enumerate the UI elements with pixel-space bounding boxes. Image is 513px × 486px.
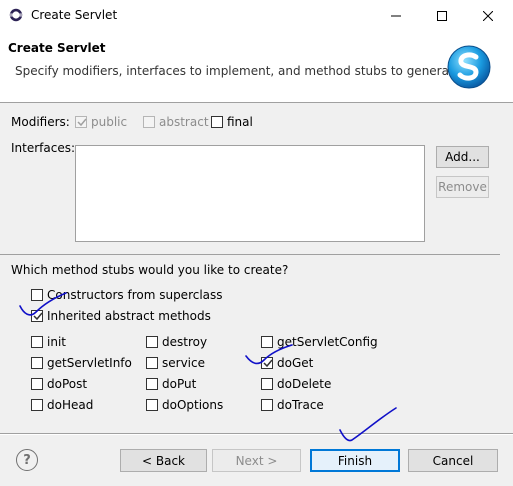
- dopost-checkbox-label: doPost: [47, 377, 88, 391]
- inherited-abstract-checkbox[interactable]: [31, 310, 43, 322]
- destroy-checkbox[interactable]: [146, 336, 158, 348]
- service-checkbox[interactable]: [146, 357, 158, 369]
- add-interface-button[interactable]: Add...: [436, 146, 489, 168]
- footer-divider-highlight: [0, 434, 513, 435]
- eclipse-app-icon: [9, 8, 23, 22]
- finish-button[interactable]: Finish: [310, 449, 400, 472]
- dooptions-checkbox[interactable]: [146, 399, 158, 411]
- final-checkbox[interactable]: [211, 116, 223, 128]
- dopost-checkbox[interactable]: [31, 378, 43, 390]
- init-checkbox[interactable]: [31, 336, 43, 348]
- cancel-button[interactable]: Cancel: [408, 449, 498, 472]
- stubs-question: Which method stubs would you like to cre…: [11, 263, 289, 277]
- abstract-checkbox-label: abstract: [159, 115, 209, 129]
- dodelete-checkbox-label: doDelete: [277, 377, 332, 391]
- getservletconfig-checkbox[interactable]: [261, 336, 273, 348]
- service-checkbox-label: service: [162, 356, 205, 370]
- inherited-abstract-checkbox-label: Inherited abstract methods: [47, 309, 211, 323]
- abstract-checkbox[interactable]: [143, 116, 155, 128]
- minimize-icon: [391, 15, 401, 17]
- dohead-checkbox-label: doHead: [47, 398, 94, 412]
- page-description: Specify modifiers, interfaces to impleme…: [15, 64, 465, 78]
- remove-interface-button[interactable]: Remove: [436, 176, 489, 198]
- interfaces-list[interactable]: [75, 145, 425, 242]
- getservletinfo-checkbox-label: getServletInfo: [47, 356, 132, 370]
- constructors-checkbox[interactable]: [31, 289, 43, 301]
- getservletinfo-checkbox[interactable]: [31, 357, 43, 369]
- section-divider: [0, 254, 500, 255]
- wizard-header: Create Servlet Specify modifiers, interf…: [0, 32, 513, 103]
- close-button[interactable]: [465, 0, 511, 32]
- doput-checkbox-label: doPut: [162, 377, 197, 391]
- dohead-checkbox[interactable]: [31, 399, 43, 411]
- init-checkbox-label: init: [47, 335, 66, 349]
- annotation-mark-finish: [339, 407, 397, 442]
- servlet-s-icon: [447, 45, 491, 89]
- help-icon: ?: [23, 452, 31, 468]
- modifiers-label: Modifiers:: [11, 115, 70, 129]
- page-title: Create Servlet: [8, 41, 106, 55]
- window-title: Create Servlet: [31, 8, 118, 22]
- dodelete-checkbox[interactable]: [261, 378, 273, 390]
- close-icon: [483, 11, 493, 21]
- dotrace-checkbox[interactable]: [261, 399, 273, 411]
- minimize-button[interactable]: [373, 0, 419, 32]
- public-checkbox[interactable]: [75, 116, 87, 128]
- final-checkbox-label: final: [227, 115, 253, 129]
- back-button[interactable]: < Back: [120, 449, 207, 472]
- dooptions-checkbox-label: doOptions: [162, 398, 224, 412]
- checkmark-icon: [77, 118, 87, 127]
- constructors-checkbox-label: Constructors from superclass: [47, 288, 223, 302]
- next-button[interactable]: Next >: [212, 449, 301, 472]
- doget-checkbox-label: doGet: [277, 356, 314, 370]
- public-checkbox-label: public: [91, 115, 128, 129]
- interfaces-label: Interfaces:: [11, 141, 76, 155]
- doput-checkbox[interactable]: [146, 378, 158, 390]
- doget-checkbox[interactable]: [261, 357, 273, 369]
- help-button[interactable]: ?: [16, 449, 38, 471]
- dotrace-checkbox-label: doTrace: [277, 398, 324, 412]
- destroy-checkbox-label: destroy: [162, 335, 208, 349]
- maximize-icon: [437, 11, 447, 21]
- title-bar: Create Servlet: [0, 0, 513, 32]
- checkmark-icon: [33, 312, 43, 321]
- checkmark-icon: [263, 359, 273, 368]
- maximize-button[interactable]: [419, 0, 465, 32]
- getservletconfig-checkbox-label: getServletConfig: [277, 335, 378, 349]
